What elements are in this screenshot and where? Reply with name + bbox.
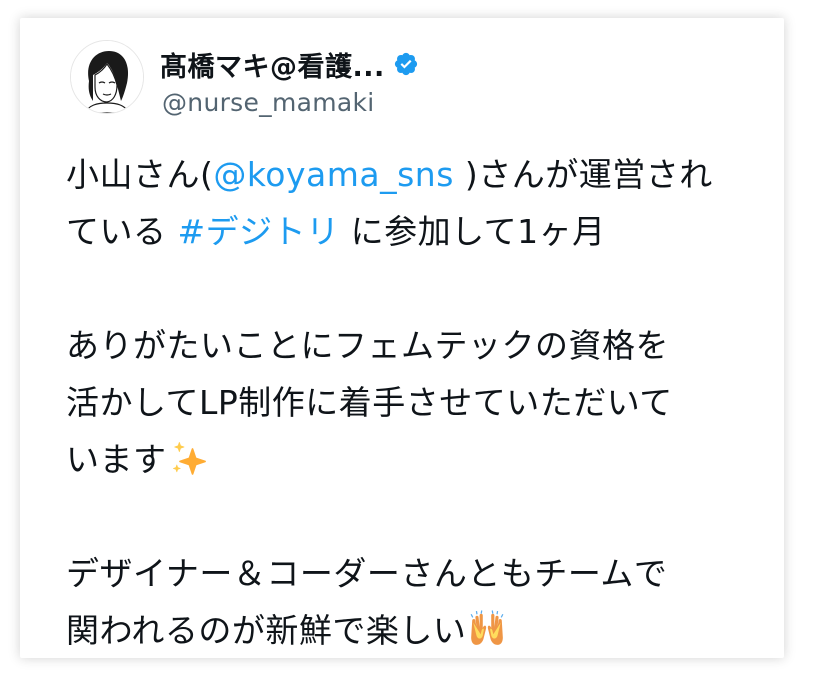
text-segment: ている xyxy=(66,212,178,251)
raising-hands-icon xyxy=(470,610,504,645)
text-segment: 小山さん( xyxy=(66,155,214,194)
avatar[interactable] xyxy=(70,40,144,114)
tweet-text: 小山さん(@koyama_sns )さんが運営され ている #デジトリ に参加し… xyxy=(66,146,786,659)
text-segment: )さんが運営され xyxy=(453,155,713,194)
tweet-card: 髙橋マキ@看護... @nurse_mamaki 小山さん(@koyama_sn… xyxy=(20,18,784,658)
text-segment: 活かしてLP制作に着手させていただいて xyxy=(66,383,673,422)
verified-badge-icon xyxy=(394,52,417,76)
text-segment: デザイナー＆コーダーさんともチームで xyxy=(66,554,668,593)
text-segment: 関われるのが新鮮で楽しい xyxy=(66,611,467,650)
avatar-illustration-icon xyxy=(71,41,143,113)
mention-link[interactable]: @koyama_sns xyxy=(213,155,454,194)
tweet-paragraph: ありがたいことにフェムテックの資格を 活かしてLP制作に着手させていただいて い… xyxy=(66,317,786,488)
text-segment: います xyxy=(66,440,167,479)
text-segment: に参加して1ヶ月 xyxy=(339,212,606,251)
author-name-row[interactable]: 髙橋マキ@看護... xyxy=(160,45,419,84)
sparkles-icon xyxy=(172,441,206,475)
author-display-name[interactable]: 髙橋マキ@看護... xyxy=(160,45,385,84)
tweet-paragraph: デザイナー＆コーダーさんともチームで 関われるのが新鮮で楽しい xyxy=(66,545,786,659)
text-segment: ありがたいことにフェムテックの資格を xyxy=(66,326,669,365)
hashtag-link[interactable]: #デジトリ xyxy=(178,212,340,251)
author-handle[interactable]: @nurse_mamaki xyxy=(162,88,375,117)
tweet-paragraph: 小山さん(@koyama_sns )さんが運営され ている #デジトリ に参加し… xyxy=(66,146,786,260)
